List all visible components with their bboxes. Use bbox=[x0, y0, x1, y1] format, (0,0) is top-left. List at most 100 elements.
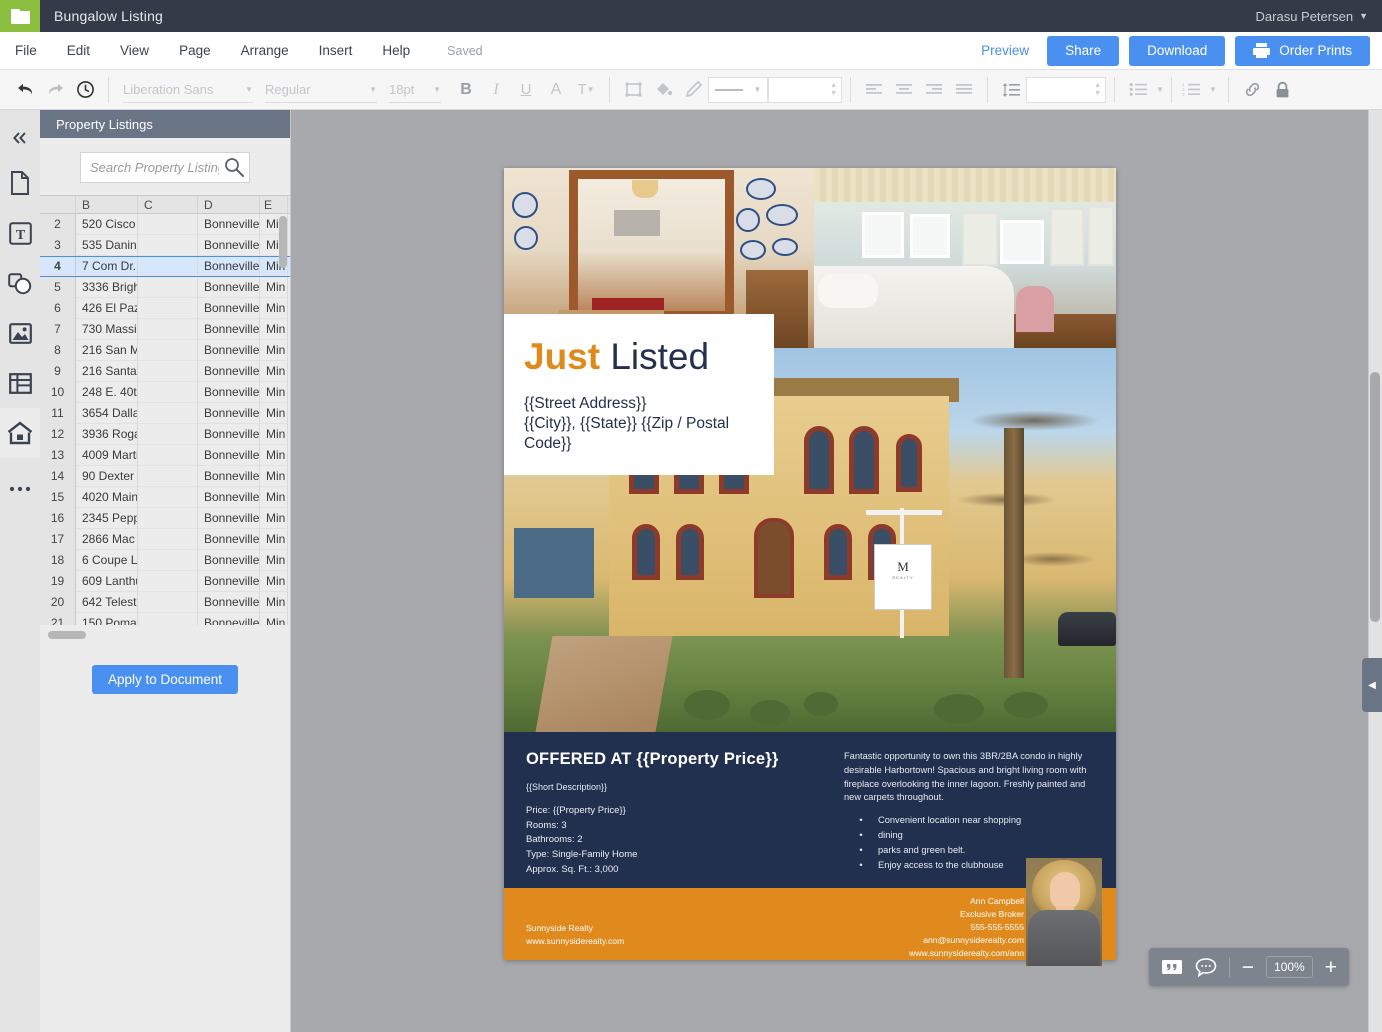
bullet-list-dropdown[interactable]: ▼ bbox=[1153, 75, 1167, 105]
cell-b[interactable]: 90 Dexter Av bbox=[76, 466, 138, 487]
menu-file[interactable]: File bbox=[0, 32, 52, 70]
table-row[interactable]: 123936 Rogan BonnevilleMin bbox=[40, 424, 290, 445]
cell-c[interactable] bbox=[138, 508, 198, 529]
row-number[interactable]: 4 bbox=[40, 257, 76, 276]
cell-b[interactable]: 730 Massion bbox=[76, 319, 138, 340]
cell-d[interactable]: Bonneville bbox=[198, 214, 260, 235]
row-number[interactable]: 17 bbox=[40, 529, 76, 550]
table-row[interactable]: 8216 San Mar BonnevilleMin bbox=[40, 340, 290, 361]
cell-c[interactable] bbox=[138, 466, 198, 487]
table-row[interactable]: 21150 Poma V BonnevilleMin bbox=[40, 613, 290, 625]
cell-e[interactable]: Min bbox=[260, 319, 288, 340]
grid-body[interactable]: 2520 Cisco StBonnevilleMin3535 DaninaBon… bbox=[40, 214, 290, 625]
numbered-list-icon[interactable]: 123 bbox=[1176, 75, 1206, 105]
text-color-button[interactable]: A bbox=[541, 75, 571, 105]
sidebar-item-pages[interactable] bbox=[0, 158, 40, 208]
table-row[interactable]: 20642 Telestia BonnevilleMin bbox=[40, 592, 290, 613]
italic-button[interactable]: I bbox=[481, 75, 511, 105]
cell-d[interactable]: Bonneville bbox=[198, 340, 260, 361]
cell-d[interactable]: Bonneville bbox=[198, 592, 260, 613]
menu-help[interactable]: Help bbox=[367, 32, 425, 70]
cell-e[interactable]: Min bbox=[260, 487, 288, 508]
cell-c[interactable] bbox=[138, 235, 198, 256]
table-row[interactable]: 53336 Brighto BonnevilleMin bbox=[40, 277, 290, 298]
cell-e[interactable]: Min bbox=[260, 277, 288, 298]
row-number[interactable]: 9 bbox=[40, 361, 76, 382]
cell-c[interactable] bbox=[138, 424, 198, 445]
collapse-panel-button[interactable] bbox=[0, 118, 40, 158]
menu-insert[interactable]: Insert bbox=[304, 32, 368, 70]
cell-d[interactable]: Bonneville bbox=[198, 298, 260, 319]
cell-e[interactable]: Min bbox=[260, 361, 288, 382]
menu-view[interactable]: View bbox=[105, 32, 164, 70]
cell-c[interactable] bbox=[138, 445, 198, 466]
col-header-corner[interactable] bbox=[40, 196, 76, 213]
font-size-select[interactable]: 18pt ▼ bbox=[389, 77, 441, 103]
bold-button[interactable]: B bbox=[451, 75, 481, 105]
row-number[interactable]: 15 bbox=[40, 487, 76, 508]
download-button[interactable]: Download bbox=[1129, 35, 1226, 66]
preview-button[interactable]: Preview bbox=[973, 43, 1037, 58]
undo-icon[interactable] bbox=[10, 75, 40, 105]
cell-c[interactable] bbox=[138, 403, 198, 424]
user-menu[interactable]: Darasu Petersen ▼ bbox=[1256, 9, 1368, 24]
canvas-vertical-scrollbar[interactable] bbox=[1368, 110, 1382, 1032]
cell-d[interactable]: Bonneville bbox=[198, 424, 260, 445]
row-number[interactable]: 16 bbox=[40, 508, 76, 529]
cell-d[interactable]: Bonneville bbox=[198, 571, 260, 592]
table-row[interactable]: 19609 Lanthur BonnevilleMin bbox=[40, 571, 290, 592]
row-number[interactable]: 19 bbox=[40, 571, 76, 592]
cell-c[interactable] bbox=[138, 298, 198, 319]
panel-vertical-scrollbar[interactable] bbox=[279, 216, 287, 268]
cell-e[interactable]: Min bbox=[260, 529, 288, 550]
link-icon[interactable] bbox=[1237, 75, 1267, 105]
sidebar-item-shapes[interactable] bbox=[0, 258, 40, 308]
cell-b[interactable]: 150 Poma V bbox=[76, 613, 138, 625]
cell-c[interactable] bbox=[138, 592, 198, 613]
order-prints-button[interactable]: Order Prints bbox=[1235, 35, 1370, 66]
row-number[interactable]: 5 bbox=[40, 277, 76, 298]
paint-bucket-icon[interactable] bbox=[648, 75, 678, 105]
search-icon[interactable] bbox=[224, 157, 244, 182]
agent-headshot-photo[interactable] bbox=[1026, 858, 1102, 966]
comment-bubble-icon[interactable] bbox=[1195, 957, 1217, 977]
redo-icon[interactable] bbox=[40, 75, 70, 105]
cell-e[interactable]: Min bbox=[260, 403, 288, 424]
stepper-icon[interactable]: ▲ ▼ bbox=[830, 82, 837, 97]
zoom-level[interactable]: 100% bbox=[1266, 956, 1313, 978]
cell-e[interactable]: Min bbox=[260, 340, 288, 361]
cell-b[interactable]: 7 Com Dr. bbox=[76, 257, 138, 276]
cell-d[interactable]: Bonneville bbox=[198, 508, 260, 529]
table-row[interactable]: 186 Coupe Lan BonnevilleMin bbox=[40, 550, 290, 571]
align-right-icon[interactable] bbox=[919, 75, 949, 105]
sidebar-item-more[interactable] bbox=[0, 464, 40, 514]
row-number[interactable]: 11 bbox=[40, 403, 76, 424]
cell-e[interactable]: Min bbox=[260, 445, 288, 466]
table-row[interactable]: 9216 Santa M BonnevilleMin bbox=[40, 361, 290, 382]
cell-e[interactable]: Min bbox=[260, 550, 288, 571]
offer-section[interactable]: OFFERED AT {{Property Price}} {{Short De… bbox=[504, 732, 1116, 966]
sidebar-item-listings[interactable] bbox=[0, 408, 40, 458]
row-number[interactable]: 2 bbox=[40, 214, 76, 235]
cell-c[interactable] bbox=[138, 340, 198, 361]
table-row[interactable]: 17 2866 Mac Bonneville Min bbox=[40, 529, 290, 550]
cell-b[interactable]: 535 Danina bbox=[76, 235, 138, 256]
cell-b[interactable]: 216 Santa M bbox=[76, 361, 138, 382]
document-canvas[interactable]: M REALTY Just Listed {{Street Address}} … bbox=[291, 110, 1382, 1032]
cell-c[interactable] bbox=[138, 382, 198, 403]
panel-horizontal-scrollbar[interactable] bbox=[48, 631, 86, 639]
align-center-icon[interactable] bbox=[889, 75, 919, 105]
cell-d[interactable]: Bonneville bbox=[198, 361, 260, 382]
table-row[interactable]: 6426 El Paz L BonnevilleMin bbox=[40, 298, 290, 319]
font-family-select[interactable]: Liberation Sans ▼ bbox=[123, 77, 253, 103]
cell-d[interactable]: Bonneville bbox=[198, 235, 260, 256]
cell-b[interactable]: 216 San Mar bbox=[76, 340, 138, 361]
bullet-list-icon[interactable] bbox=[1123, 75, 1153, 105]
numbered-list-dropdown[interactable]: ▼ bbox=[1206, 75, 1220, 105]
line-spacing-input[interactable]: ▲ ▼ bbox=[1026, 76, 1106, 103]
cell-b[interactable]: 2345 Peppy bbox=[76, 508, 138, 529]
clock-history-icon[interactable] bbox=[70, 75, 100, 105]
menu-arrange[interactable]: Arrange bbox=[226, 32, 304, 70]
cell-c[interactable] bbox=[138, 571, 198, 592]
text-style-button[interactable]: T ▼ bbox=[571, 75, 601, 105]
